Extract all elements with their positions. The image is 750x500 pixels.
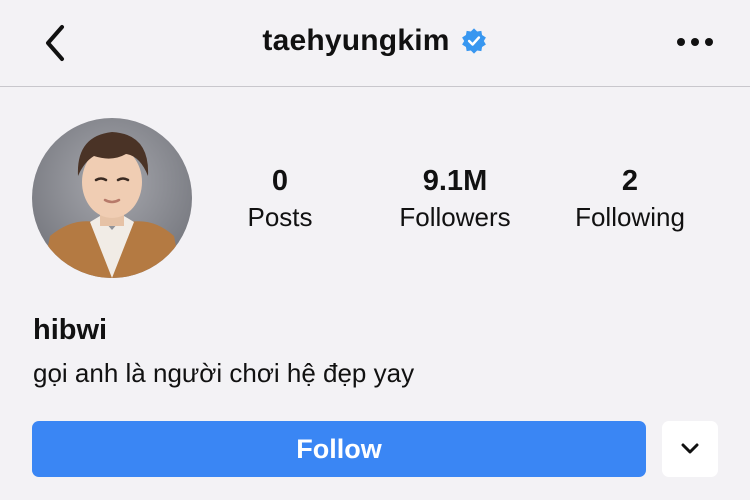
- following-count: 2: [621, 165, 639, 197]
- follow-button[interactable]: Follow: [32, 421, 646, 477]
- header-title-group: taehyungkim: [0, 24, 750, 58]
- posts-label: Posts: [247, 202, 313, 232]
- following-label: Following: [575, 202, 685, 232]
- profile-display-name: hibwi: [33, 314, 108, 346]
- avatar[interactable]: [32, 118, 192, 278]
- posts-stat[interactable]: 0 Posts: [190, 163, 370, 235]
- followers-stat[interactable]: 9.1M Followers: [365, 163, 545, 235]
- followers-label: Followers: [399, 202, 511, 232]
- following-stat[interactable]: 2 Following: [540, 163, 720, 235]
- profile-username: taehyungkim: [262, 24, 450, 57]
- more-horizontal-icon: [677, 38, 713, 46]
- posts-count: 0: [271, 165, 289, 197]
- more-options-button[interactable]: [670, 20, 720, 64]
- profile-bio: gọi anh là người chơi hệ đẹp yay: [33, 358, 415, 388]
- navigation-bar: taehyungkim: [0, 0, 750, 87]
- followers-count: 9.1M: [422, 165, 488, 197]
- chevron-down-icon: [681, 443, 699, 454]
- verified-badge-icon: [461, 28, 486, 54]
- suggested-accounts-dropdown-button[interactable]: [662, 421, 718, 477]
- profile-photo: [32, 118, 192, 278]
